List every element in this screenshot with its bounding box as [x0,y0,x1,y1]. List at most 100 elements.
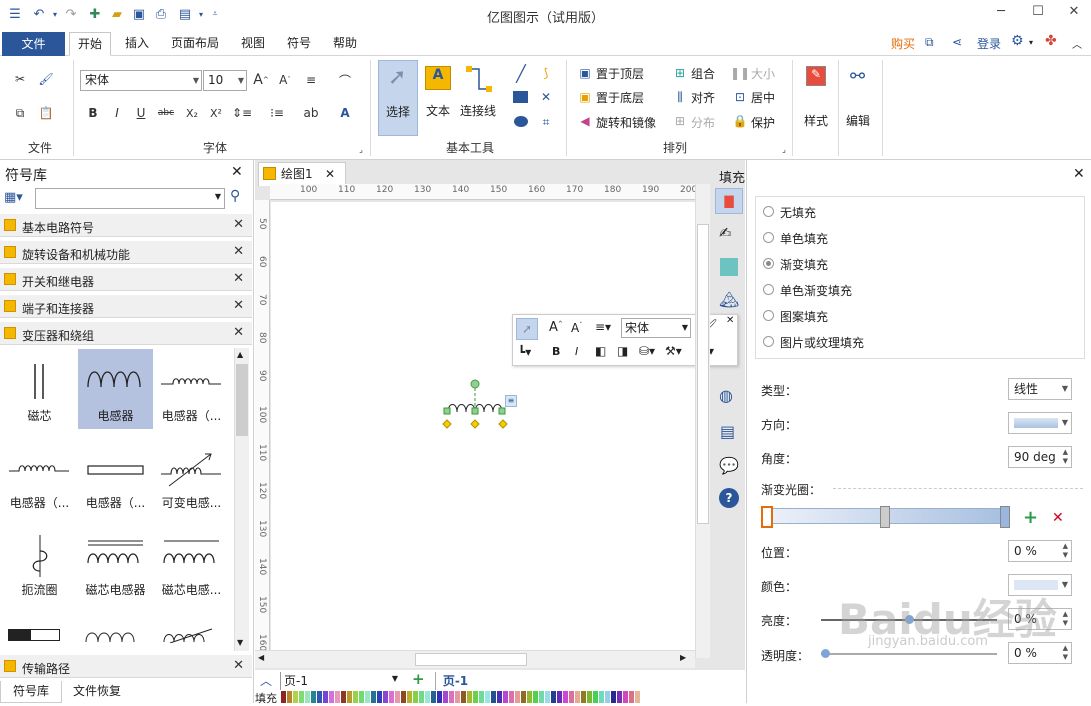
subscript-icon[interactable]: X₂ [183,104,201,122]
direction-select[interactable]: ▼ [1008,412,1072,434]
close-icon[interactable]: ✕ [233,325,244,340]
page-tab[interactable]: 页-1 [435,672,475,690]
send-back-icon[interactable]: ▣ [576,88,594,106]
spinner-icon[interactable]: ▲ ▼ [1063,448,1068,466]
palette-swatch[interactable] [299,691,304,703]
palette-swatch[interactable] [443,691,448,703]
shrink-font-icon[interactable]: Aˇ [571,321,582,335]
send-back-icon[interactable]: ◨ [617,344,628,358]
canvas-vertical-scrollbar[interactable] [695,184,710,658]
library-search-input[interactable]: ▼ [35,188,225,209]
palette-swatch[interactable] [281,691,286,703]
category-switches-relays[interactable]: 开关和继电器 ✕ [0,267,252,291]
cross-icon[interactable]: ✕ [537,88,555,106]
palette-swatch[interactable] [473,691,478,703]
palette-swatch[interactable] [401,691,406,703]
horizontal-scroll-thumb[interactable] [415,653,527,666]
palette-swatch[interactable] [377,691,382,703]
shape-inductor-2[interactable]: 电感器（... [154,349,229,429]
palette-swatch[interactable] [575,691,580,703]
palette-swatch[interactable] [461,691,466,703]
bring-front-icon[interactable]: ▣ [576,64,594,82]
shape-inductor-selected[interactable]: 电感器 [78,349,153,429]
color-palette[interactable] [281,691,640,703]
connection-point[interactable] [470,419,480,429]
grow-font-icon[interactable]: A^ [549,320,563,335]
font-name-select[interactable]: 宋体 ▼ [80,70,202,91]
palette-swatch[interactable] [323,691,328,703]
search-icon[interactable]: ⚲ [230,188,240,204]
shape-inductor-3[interactable]: 电感器（... [2,436,77,516]
palette-swatch[interactable] [425,691,430,703]
fill-icon[interactable]: ▇ [715,188,743,214]
shape-core-inductor[interactable]: 磁芯电感器 [78,523,153,603]
spinner-icon[interactable]: ▲ ▼ [1063,610,1068,628]
font-color-icon[interactable]: A [336,104,354,122]
palette-swatch[interactable] [485,691,490,703]
palette-swatch[interactable] [455,691,460,703]
help-icon[interactable]: ? [719,488,739,508]
palette-swatch[interactable] [605,691,610,703]
palette-swatch[interactable] [341,691,346,703]
palette-swatch[interactable] [569,691,574,703]
transparency-knob[interactable] [821,649,830,658]
library-close-icon[interactable]: ✕ [231,164,243,180]
transparency-slider[interactable] [821,653,997,655]
italic-icon[interactable]: I [575,345,578,358]
rotate-handle[interactable] [470,379,480,389]
category-basic-circuit[interactable]: 基本电路符号 ✕ [0,213,252,237]
connector-icon[interactable]: ┗▾ [518,345,531,359]
palette-swatch[interactable] [521,691,526,703]
shape-partial-row[interactable] [4,627,64,643]
text-tool-button[interactable]: A 文本 [422,60,456,136]
file-menu-button[interactable]: 文件 [2,32,65,56]
close-icon[interactable]: ✕ [1064,4,1084,22]
palette-swatch[interactable] [449,691,454,703]
collapse-ribbon-icon[interactable]: ︿ [1072,36,1082,51]
connection-point[interactable] [498,419,508,429]
drawing-page[interactable]: ≡ [271,202,696,658]
shape-variable-inductor[interactable]: 可变电感... [154,436,229,516]
group-icon[interactable]: ⊞ [671,64,689,82]
tab-home[interactable]: 开始 [69,32,111,56]
palette-swatch[interactable] [311,691,316,703]
tab-symbol[interactable]: 符号 [281,32,317,56]
style-button[interactable]: ✎ 样式 [798,62,836,150]
scroll-left-icon[interactable]: ◀ [258,653,264,662]
settings-dropdown-icon[interactable]: ▾ [1029,38,1033,47]
font-size-select[interactable]: 10 ▼ [203,70,247,91]
curve-icon[interactable]: ⟆ [537,64,555,82]
note-icon[interactable]: ▤ [720,422,735,441]
center-icon[interactable]: ⊡ [731,88,749,106]
palette-swatch[interactable] [545,691,550,703]
shape-magnetic-core[interactable]: 磁芯 [2,349,77,429]
palette-swatch[interactable] [635,691,640,703]
palette-swatch[interactable] [593,691,598,703]
bring-front-button[interactable]: 置于顶层 [596,65,644,82]
group-button[interactable]: 组合 [691,65,715,82]
grow-font-icon[interactable]: A^ [252,71,270,89]
spinner-icon[interactable]: ▲ ▼ [1063,542,1068,560]
select-tool-button[interactable]: ➚ 选择 [378,60,418,136]
palette-swatch[interactable] [383,691,388,703]
rotate-mirror-button[interactable]: 旋转和镜像 [596,114,656,131]
page-selector[interactable]: 页-1 ▼ [280,672,400,690]
palette-swatch[interactable] [467,691,472,703]
palette-swatch[interactable] [539,691,544,703]
palette-swatch[interactable] [329,691,334,703]
palette-swatch[interactable] [599,691,604,703]
palette-swatch[interactable] [287,691,292,703]
tab-page-layout[interactable]: 页面布局 [165,32,225,56]
font-dialog-launcher-icon[interactable]: ⌟ [352,140,370,158]
close-icon[interactable]: ✕ [233,217,244,232]
position-input[interactable]: 0 % ▲ ▼ [1008,540,1072,562]
gradient-stop[interactable] [1000,506,1010,528]
close-icon[interactable]: ✕ [233,298,244,313]
align-text-icon[interactable]: ≡▾ [595,320,611,334]
close-icon[interactable]: ✕ [233,271,244,286]
lock-icon[interactable]: 🔒 [731,112,749,130]
expand-pages-icon[interactable]: ︿ [260,672,272,689]
tab-view[interactable]: 视图 [233,32,273,56]
library-menu-icon[interactable]: ▦▾ [4,190,30,208]
category-transformers-windings[interactable]: 变压器和绕组 ✕ [0,321,252,345]
